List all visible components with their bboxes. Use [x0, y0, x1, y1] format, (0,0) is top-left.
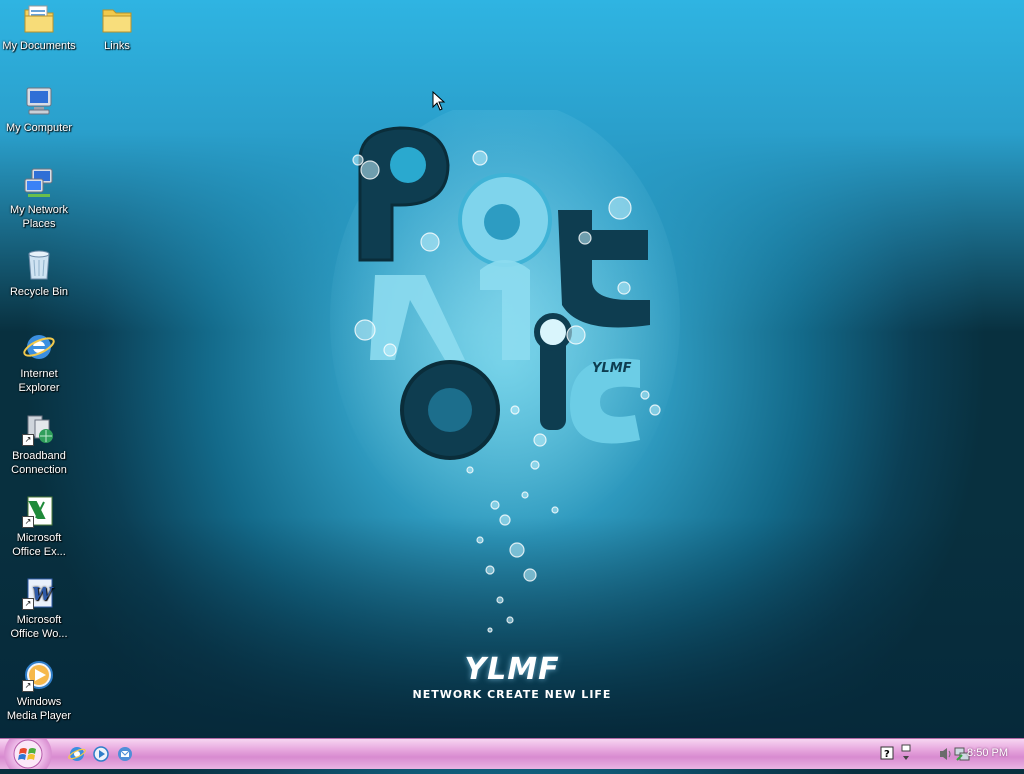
excel-icon: ↗ [22, 494, 56, 528]
wallpaper-brand: YLMF NETWORK CREATE NEW LIFE [400, 652, 624, 702]
desktop-icon-internet-explorer[interactable]: Internet Explorer [1, 330, 77, 395]
brand-tagline: NETWORK CREATE NEW LIFE [412, 688, 612, 701]
desktop-icon-recycle-bin[interactable]: Recycle Bin [1, 248, 77, 299]
start-button[interactable] [0, 739, 58, 769]
desktop-icon-label: Microsoft Office Wo... [10, 614, 68, 640]
svg-text:?: ? [884, 749, 890, 760]
windows-logo-icon [13, 739, 43, 769]
shortcut-arrow-icon: ↗ [22, 680, 34, 692]
svg-text:YLMF: YLMF [592, 361, 632, 376]
wallpaper-artwork: YLMF [330, 110, 680, 633]
svg-text:W: W [32, 584, 54, 605]
quick-launch-bar [68, 745, 134, 765]
desktop-icon-links[interactable]: Links [79, 2, 155, 53]
volume-icon[interactable] [938, 746, 952, 762]
brand-logo: YLMF [464, 652, 560, 687]
mouse-cursor-icon [432, 91, 446, 111]
media-player-icon[interactable] [92, 745, 110, 763]
desktop-icon-label: Broadband Connection [11, 450, 67, 476]
desktop[interactable]: YLMF YLMF NETWORK CREATE NEW LIFE My Doc… [0, 0, 1024, 738]
desktop-icon-windows-media-player[interactable]: ↗ Windows Media Player [1, 658, 77, 723]
taskbar: ? 8:50 PM [0, 738, 1024, 769]
shortcut-arrow-icon: ↗ [22, 516, 34, 528]
desktop-icon-my-computer[interactable]: My Computer [1, 84, 77, 135]
system-tray: ? 8:50 PM [854, 739, 1024, 769]
desktop-icon-microsoft-office-word[interactable]: W ↗ Microsoft Office Wo... [1, 576, 77, 641]
desktop-icon-label: My Network Places [9, 204, 69, 230]
outlook-express-icon[interactable] [116, 745, 134, 763]
folder-documents-icon [22, 2, 56, 36]
network-places-icon [22, 166, 56, 200]
desktop-icon-label: My Computer [5, 122, 73, 134]
computer-icon [22, 84, 56, 118]
media-player-icon: ↗ [22, 658, 56, 692]
desktop-icon-label: Windows Media Player [6, 696, 72, 722]
display-icon[interactable] [900, 743, 912, 763]
folder-icon [100, 2, 134, 36]
recycle-bin-icon [22, 248, 56, 282]
system-clock[interactable]: 8:50 PM [967, 747, 1008, 759]
desktop-icon-label: Microsoft Office Ex... [12, 532, 66, 558]
desktop-icon-my-documents[interactable]: My Documents [1, 2, 77, 53]
internet-explorer-icon[interactable] [68, 745, 86, 763]
help-icon[interactable]: ? [880, 746, 894, 762]
desktop-icon-label: Links [104, 40, 130, 52]
shortcut-arrow-icon: ↗ [22, 598, 34, 610]
desktop-icon-label: Recycle Bin [9, 286, 69, 298]
broadband-connection-icon: ↗ [22, 412, 56, 446]
desktop-icon-label: My Documents [2, 40, 76, 52]
word-icon: W ↗ [22, 576, 56, 610]
internet-explorer-icon [22, 330, 56, 364]
desktop-icon-broadband-connection[interactable]: ↗ Broadband Connection [1, 412, 77, 477]
desktop-icon-microsoft-office-excel[interactable]: ↗ Microsoft Office Ex... [1, 494, 77, 559]
shortcut-arrow-icon: ↗ [22, 434, 34, 446]
desktop-icon-label: Internet Explorer [18, 368, 60, 394]
desktop-icon-my-network-places[interactable]: My Network Places [1, 166, 77, 231]
